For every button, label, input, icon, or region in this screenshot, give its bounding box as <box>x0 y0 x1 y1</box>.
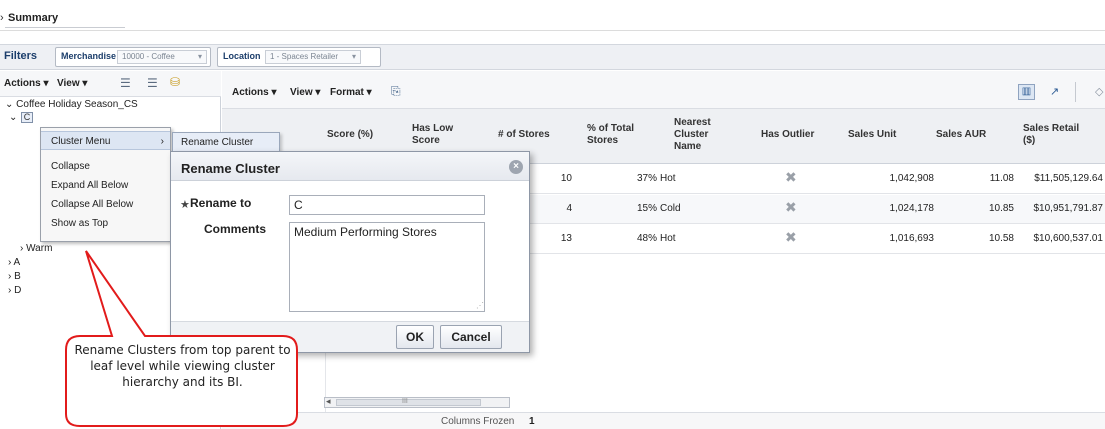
callout-text: Rename Clusters from top parent to leaf … <box>74 343 291 389</box>
